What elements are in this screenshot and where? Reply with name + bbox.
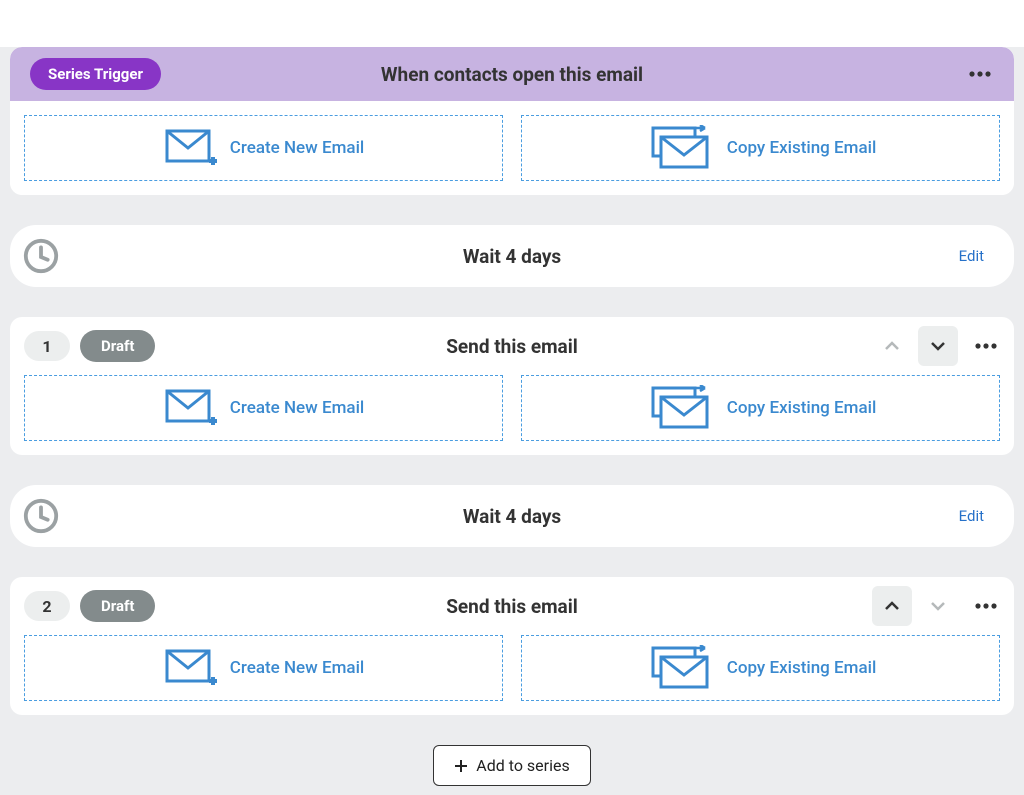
trigger-more-button[interactable] [966,60,994,88]
envelope-copy-icon [645,125,715,171]
step-title: Send this email [10,595,1014,618]
step-body-1: Create New Email Copy Existing Email [10,375,1014,455]
step-more-button[interactable] [972,592,1000,620]
envelope-plus-icon [163,387,218,429]
add-to-series-label: Add to series [476,756,569,775]
envelope-copy-icon [645,645,715,691]
step-title: Send this email [10,335,1014,358]
create-new-email-label: Create New Email [230,398,364,418]
step-more-button[interactable] [972,332,1000,360]
move-down-button[interactable] [918,586,958,626]
trigger-body: Create New Email Copy Existing Email [10,101,1014,195]
more-icon [975,343,997,349]
trigger-card: Series Trigger When contacts open this e… [10,47,1014,195]
copy-existing-email-button[interactable]: Copy Existing Email [521,635,1000,701]
more-icon [969,71,991,77]
step-card-2: 2 Draft Send this email [10,577,1014,715]
create-new-email-button[interactable]: Create New Email [24,635,503,701]
copy-existing-email-label: Copy Existing Email [727,658,877,678]
move-down-button[interactable] [918,326,958,366]
top-spacer [0,0,1024,47]
copy-existing-email-button[interactable]: Copy Existing Email [521,115,1000,181]
copy-existing-email-label: Copy Existing Email [727,398,877,418]
status-badge: Draft [80,330,155,362]
envelope-plus-icon [163,647,218,689]
step-header-1: 1 Draft Send this email [10,317,1014,375]
step-header-2: 2 Draft Send this email [10,577,1014,635]
envelope-plus-icon [163,127,218,169]
wait-card-1: Wait 4 days Edit [10,225,1014,287]
copy-existing-email-button[interactable]: Copy Existing Email [521,375,1000,441]
more-icon [975,603,997,609]
step-number: 1 [24,331,70,361]
trigger-header: Series Trigger When contacts open this e… [10,47,1014,101]
create-new-email-label: Create New Email [230,658,364,678]
create-new-email-label: Create New Email [230,138,364,158]
envelope-copy-icon [645,385,715,431]
step-number: 2 [24,591,70,621]
copy-existing-email-label: Copy Existing Email [727,138,877,158]
plus-icon [454,759,468,773]
series-trigger-badge: Series Trigger [30,58,161,90]
edit-wait-button[interactable]: Edit [959,507,984,525]
add-to-series-button[interactable]: Add to series [433,745,590,786]
chevron-up-icon [884,338,900,354]
move-up-button[interactable] [872,326,912,366]
chevron-down-icon [930,338,946,354]
step-body-2: Create New Email Copy Existing Email [10,635,1014,715]
wait-card-2: Wait 4 days Edit [10,485,1014,547]
create-new-email-button[interactable]: Create New Email [24,115,503,181]
move-up-button[interactable] [872,586,912,626]
wait-title: Wait 4 days [10,245,1014,268]
clock-icon [22,497,60,535]
chevron-down-icon [930,598,946,614]
create-new-email-button[interactable]: Create New Email [24,375,503,441]
step-card-1: 1 Draft Send this email [10,317,1014,455]
edit-wait-button[interactable]: Edit [959,247,984,265]
status-badge: Draft [80,590,155,622]
wait-title: Wait 4 days [10,505,1014,528]
clock-icon [22,237,60,275]
chevron-up-icon [884,598,900,614]
